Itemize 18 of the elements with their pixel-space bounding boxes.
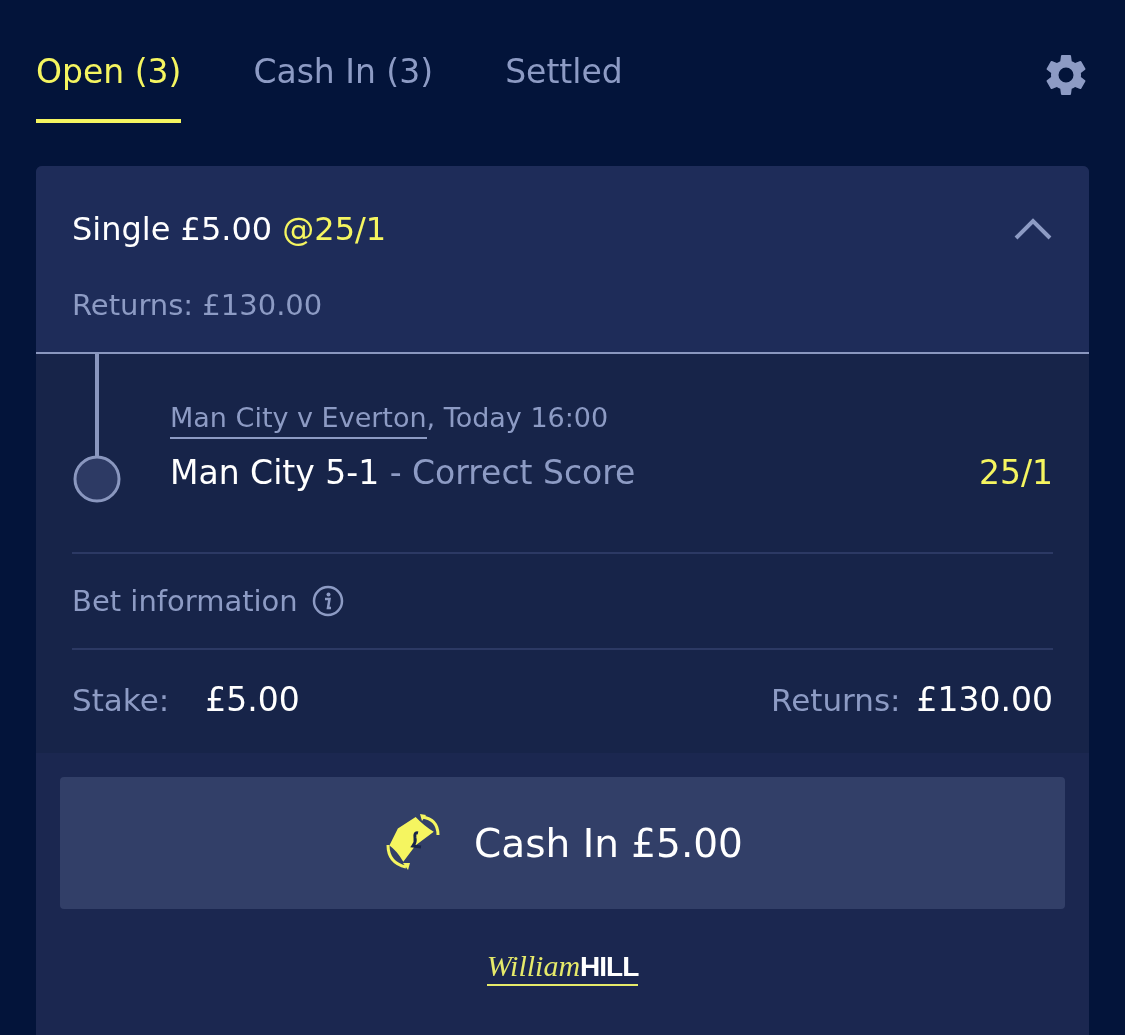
event-link[interactable]: Man City v Everton	[170, 402, 427, 439]
stake-label: Stake:	[72, 681, 170, 718]
brand-logo: WilliamHILL	[486, 949, 639, 986]
bet-information-label: Bet information	[72, 584, 298, 618]
selection-odds: 25/1	[978, 453, 1053, 492]
returns-label: Returns:	[771, 681, 901, 718]
event-time: , Today 16:00	[426, 402, 609, 435]
selection-name: Man City 5-1 - Correct Score	[170, 453, 636, 492]
cash-in-button[interactable]: Cash In £5.00	[60, 777, 1065, 909]
tab[interactable]: Cash In (3)	[253, 52, 434, 123]
potential-returns: Returns: £130.00	[72, 288, 324, 322]
tab[interactable]: Settled	[505, 52, 623, 123]
returns-value: £130.00	[916, 680, 1053, 719]
chevron-up-icon[interactable]	[1013, 217, 1053, 241]
tab[interactable]: Open (3)	[36, 52, 182, 123]
stake-value: £5.00	[205, 680, 300, 719]
info-icon[interactable]	[311, 585, 344, 617]
bet-title: Single £5.00 @25/1	[72, 210, 387, 248]
